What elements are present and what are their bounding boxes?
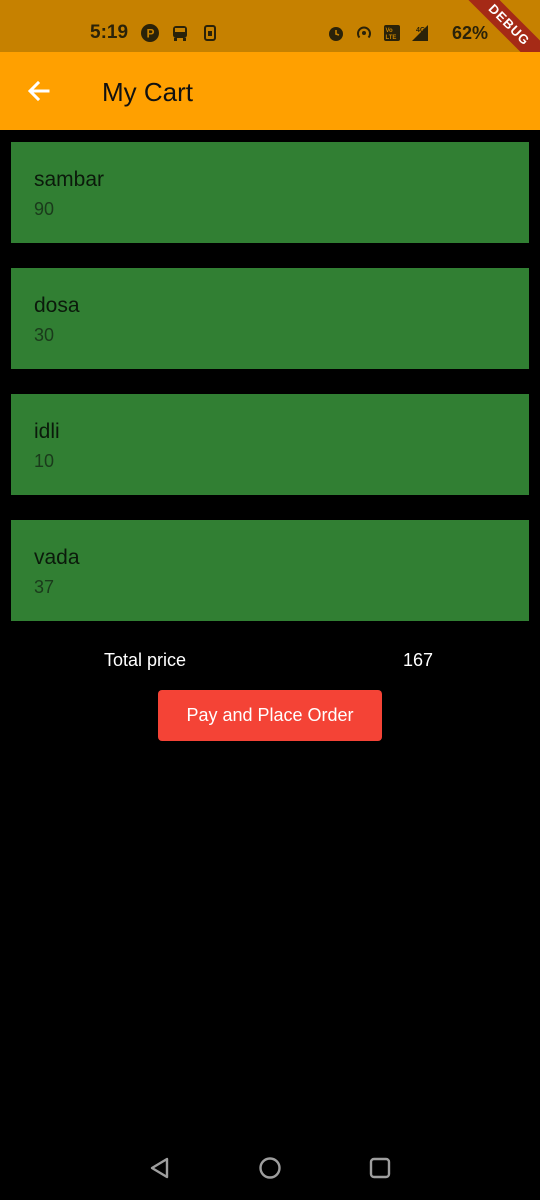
hotspot-icon	[354, 23, 374, 43]
pay-and-place-order-button[interactable]: Pay and Place Order	[158, 690, 382, 741]
battery-percent: 62%	[452, 23, 489, 43]
cart-item[interactable]: sambar 90	[11, 142, 529, 243]
home-circle-icon[interactable]	[256, 1154, 284, 1182]
item-name: idli	[34, 420, 60, 443]
total-price-label: Total price	[104, 650, 187, 670]
cart-screen: 5:19 P Vo LTE 4G 62% DEBUG My Cart samba…	[0, 0, 540, 1200]
cart-item[interactable]: idli 10	[11, 394, 529, 495]
transit-icon	[170, 23, 190, 43]
cart-item[interactable]: dosa 30	[11, 268, 529, 369]
p-icon: P	[140, 23, 160, 43]
system-nav-bar	[0, 1140, 540, 1200]
status-left-icons: P	[140, 23, 220, 43]
cart-list: sambar 90 dosa 30 idli 10 vada 37	[11, 142, 529, 646]
page-title: My Cart	[102, 77, 193, 107]
back-button[interactable]	[18, 72, 60, 114]
svg-text:Vo: Vo	[386, 28, 394, 34]
item-price: 90	[34, 199, 55, 219]
total-price-value: 167	[403, 650, 434, 670]
recents-square-icon[interactable]	[366, 1154, 394, 1182]
app-bar: My Cart	[0, 52, 540, 130]
item-price: 37	[34, 577, 55, 597]
svg-text:LTE: LTE	[386, 35, 397, 41]
alarm-icon	[326, 23, 346, 43]
item-price: 10	[34, 451, 55, 471]
svg-text:4G: 4G	[416, 27, 426, 34]
arrow-back-icon	[26, 78, 52, 109]
svg-text:P: P	[147, 27, 155, 41]
back-triangle-icon[interactable]	[146, 1154, 174, 1182]
cart-item[interactable]: vada 37	[11, 520, 529, 621]
item-name: sambar	[34, 168, 105, 191]
item-name: vada	[34, 546, 80, 569]
item-price: 30	[34, 325, 55, 345]
status-time: 5:19	[90, 22, 129, 43]
volte-icon: Vo LTE	[382, 23, 402, 43]
signal-4g-icon: 4G	[410, 23, 430, 43]
status-bar: 5:19 P Vo LTE 4G 62%	[0, 0, 540, 52]
item-name: dosa	[34, 294, 80, 317]
sim-icon	[200, 23, 220, 43]
status-right-icons: Vo LTE 4G	[326, 23, 430, 43]
